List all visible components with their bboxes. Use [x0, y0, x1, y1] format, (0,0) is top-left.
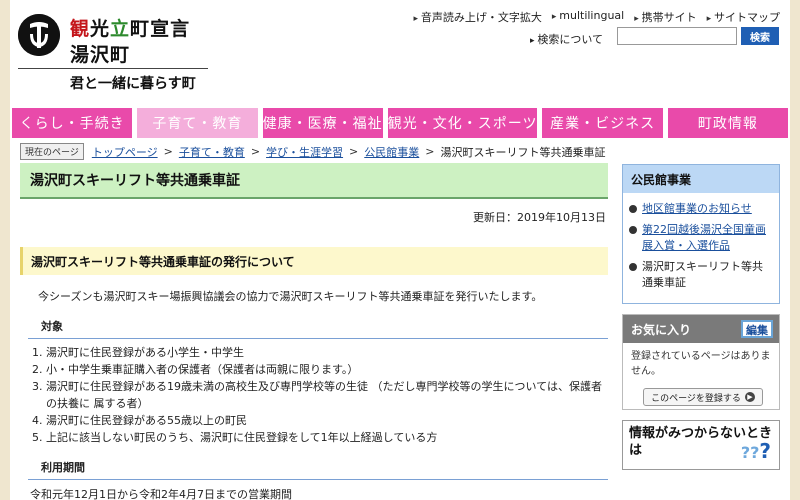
eligibility-heading: 対象 [28, 318, 608, 339]
sidebar-item-ski-pass: 湯沢町スキーリフト等共通乗車証 [629, 259, 773, 291]
bullet-icon [629, 263, 637, 271]
breadcrumb-link-top[interactable]: トップページ [92, 144, 158, 160]
list-item-text: 上記に該当しない町民のうち、湯沢町に住民登録をして1年以上経過している方 [46, 431, 438, 444]
sidebar-item-picture-book[interactable]: 第22回越後湯沢全国童画展入賞・入選作品 [629, 222, 773, 254]
logo-char: 宣 [150, 18, 171, 40]
list-item-text: 湯沢町に住民登録がある19歳未満の高校生及び専門学校等の生徒 （ただし専門学校等… [46, 380, 602, 410]
kominkan-menu-title: 公民館事業 [623, 165, 779, 193]
intro-text: 今シーズンも湯沢町スキー場振興協議会の協力で湯沢町スキーリフト等共通乗車証を発行… [38, 290, 543, 303]
list-item-text: 湯沢町に住民登録がある小学生・中学生 [46, 346, 244, 359]
bullet-icon [629, 205, 637, 213]
logo-char: 観 [70, 18, 91, 40]
page-title: 湯沢町スキーリフト等共通乗車証 [20, 163, 608, 199]
list-item: 5. 上記に該当しない町民のうち、湯沢町に住民登録をして1年以上経過している方 [32, 431, 438, 444]
question-marks-icon: ??? [740, 439, 771, 463]
list-item: 3. 湯沢町に住民登録がある19歳未満の高校生及び専門学校等の生徒 （ただし専門学… [32, 380, 602, 410]
breadcrumb-separator: > [163, 145, 173, 158]
logo-town-name[interactable]: 湯沢町 [70, 40, 130, 67]
favorites-header: お気に入り 編集 [623, 315, 779, 343]
sidebar-item-label: 湯沢町スキーリフト等共通乗車証 [642, 260, 763, 289]
breadcrumb-separator: > [425, 145, 435, 158]
nav-item-childcare[interactable]: 子育て・教育 [137, 108, 258, 138]
page: 観光立町宣言 湯沢町 君と一緒に暮らす町 音声読み上げ・文字拡大 multili… [10, 0, 790, 500]
list-item: 2. 小・中学生乗車証購入者の保護者（保護者は両親に限ります。） [32, 363, 359, 376]
arrow-right-icon: ▶ [744, 392, 755, 402]
sidebar-item-label[interactable]: 地区館事業のお知らせ [642, 201, 752, 217]
utility-links: 音声読み上げ・文字拡大 multilingual 携帯サイト サイトマップ [413, 9, 780, 25]
nav-item-business[interactable]: 産業・ビジネス [542, 108, 663, 138]
list-item: 4. 湯沢町に住民登録がある55歳以上の町民 [32, 414, 247, 427]
logo-char: 光 [90, 18, 111, 40]
logo-char: 言 [170, 18, 191, 40]
list-item-text: 湯沢町に住民登録がある55歳以上の町民 [46, 414, 247, 427]
eligibility-list: 1. 湯沢町に住民登録がある小学生・中学生 2. 小・中学生乗車証購入者の保護者（保… [32, 344, 602, 446]
global-nav: くらし・手続き 子育て・教育 健康・医療・福祉 観光・文化・スポーツ 産業・ビジ… [12, 108, 788, 138]
favorites-empty-text: 登録されているページはありません。 [631, 351, 771, 377]
nav-item-tourism[interactable]: 観光・文化・スポーツ [387, 108, 538, 138]
breadcrumb-current: 湯沢町スキーリフト等共通乗車証 [440, 145, 606, 159]
search-help-link[interactable]: 検索について [530, 31, 603, 47]
list-item: 1. 湯沢町に住民登録がある小学生・中学生 [32, 346, 244, 359]
breadcrumb-here-label: 現在のページ [20, 143, 84, 160]
search-button[interactable]: 検索 [741, 27, 779, 45]
kominkan-menu-list: 地区館事業のお知らせ 第22回越後湯沢全国童画展入賞・入選作品 湯沢町スキーリフ… [623, 193, 779, 291]
list-item-text: 小・中学生乗車証購入者の保護者（保護者は両親に限ります。） [46, 363, 359, 376]
breadcrumb: 現在のページ トップページ > 子育て・教育 > 学び・生涯学習 > 公民館事業… [20, 143, 605, 160]
breadcrumb-link-childcare[interactable]: 子育て・教育 [179, 144, 245, 160]
util-link-mobile[interactable]: 携帯サイト [634, 9, 697, 25]
period-text: 令和元年12月1日から令和2年4月7日までの営業期間 [30, 488, 292, 500]
util-link-sitemap[interactable]: サイトマップ [707, 9, 780, 25]
breadcrumb-separator: > [349, 145, 359, 158]
breadcrumb-link-learning[interactable]: 学び・生涯学習 [266, 144, 343, 160]
town-emblem-icon[interactable] [18, 14, 60, 56]
kominkan-menu: 公民館事業 地区館事業のお知らせ 第22回越後湯沢全国童画展入賞・入選作品 湯沢… [622, 164, 780, 304]
period-heading: 利用期間 [28, 459, 608, 480]
search-input[interactable] [617, 27, 737, 45]
add-favorite-button[interactable]: このページを登録する ▶ [643, 388, 763, 406]
logo-slogan[interactable]: 観光立町宣言 [70, 14, 190, 41]
help-box[interactable]: 情報がみつからないときは ??? [622, 420, 780, 470]
favorites-box: お気に入り 編集 登録されているページはありません。 このページを登録する ▶ [622, 314, 780, 410]
favorites-title: お気に入り [631, 322, 692, 337]
logo-divider [18, 68, 208, 69]
sidebar-item-label[interactable]: 第22回越後湯沢全国童画展入賞・入選作品 [642, 222, 773, 254]
logo-char: 町 [130, 18, 151, 40]
util-link-multilingual[interactable]: multilingual [552, 9, 624, 25]
section-title: 湯沢町スキーリフト等共通乗車証の発行について [20, 247, 608, 275]
nav-item-health[interactable]: 健康・医療・福祉 [262, 108, 383, 138]
add-favorite-label: このページを登録する [651, 393, 741, 404]
nav-item-government[interactable]: 町政情報 [667, 108, 788, 138]
sidebar-item-district[interactable]: 地区館事業のお知らせ [629, 201, 773, 217]
breadcrumb-link-kominkan[interactable]: 公民館事業 [364, 144, 419, 160]
logo-char: 立 [110, 18, 131, 40]
breadcrumb-separator: > [250, 145, 261, 158]
util-link-voice[interactable]: 音声読み上げ・文字拡大 [413, 9, 542, 25]
favorites-edit-button[interactable]: 編集 [741, 320, 773, 338]
updated-date: 更新日：2019年10月13日 [473, 211, 606, 224]
logo-tagline: 君と一緒に暮らす町 [70, 76, 196, 92]
bullet-icon [629, 226, 637, 234]
nav-item-living[interactable]: くらし・手続き [12, 108, 133, 138]
